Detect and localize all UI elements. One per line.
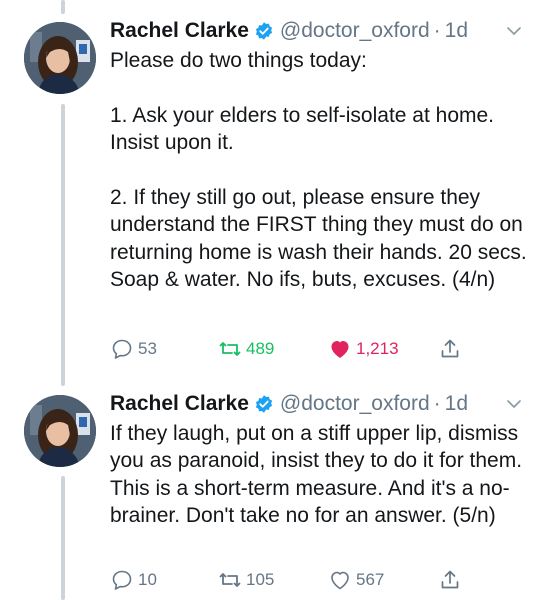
tweet-header: Rachel Clarke @doctor_oxford · 1d	[110, 17, 530, 45]
tweet-header: Rachel Clarke @doctor_oxford · 1d	[110, 390, 530, 418]
author-name[interactable]: Rachel Clarke	[110, 18, 249, 44]
tweet[interactable]: Rachel Clarke @doctor_oxford · 1d If the…	[0, 385, 546, 600]
reply-icon	[112, 570, 132, 590]
reply-button[interactable]: 53	[110, 337, 218, 361]
avatar[interactable]	[24, 395, 96, 467]
like-button[interactable]: 1,213	[328, 337, 438, 361]
reply-count: 10	[138, 570, 157, 589]
retweet-button[interactable]: 489	[218, 337, 328, 361]
reply-button[interactable]: 10	[110, 568, 218, 592]
heart-icon	[331, 341, 349, 358]
separator-dot: ·	[433, 19, 441, 42]
like-button[interactable]: 567	[328, 568, 438, 592]
retweet-button[interactable]: 105	[218, 568, 328, 592]
timestamp[interactable]: 1d	[445, 391, 468, 417]
like-count: 567	[356, 570, 385, 589]
tweet[interactable]: Rachel Clarke @doctor_oxford · 1d Please…	[0, 0, 546, 385]
verified-badge-icon	[254, 21, 274, 41]
author-name[interactable]: Rachel Clarke	[110, 391, 249, 417]
author-handle[interactable]: @doctor_oxford	[280, 391, 430, 417]
reply-icon	[112, 339, 132, 359]
chevron-down-icon[interactable]	[504, 21, 524, 41]
share-button[interactable]	[438, 337, 466, 361]
chevron-down-icon[interactable]	[504, 394, 524, 414]
author-handle[interactable]: @doctor_oxford	[280, 18, 430, 44]
tweet-text: Please do two things today: 1. Ask your …	[110, 49, 527, 292]
tweet-text: If they laugh, put on a stiff upper lip,…	[110, 422, 528, 528]
avatar[interactable]	[24, 22, 96, 94]
verified-badge-icon	[254, 394, 274, 414]
separator-dot: ·	[433, 392, 441, 415]
share-button[interactable]	[438, 568, 466, 592]
timestamp[interactable]: 1d	[445, 18, 468, 44]
retweet-icon	[219, 573, 241, 587]
share-icon	[441, 339, 459, 358]
retweet-count: 489	[246, 339, 275, 358]
heart-icon	[331, 571, 349, 590]
retweet-count: 105	[246, 570, 275, 589]
share-icon	[441, 570, 459, 589]
retweet-icon	[219, 342, 241, 356]
tweet-actions: 53 489 1,213	[110, 334, 486, 364]
like-count: 1,213	[356, 339, 399, 358]
tweet-actions: 10 105 567	[110, 565, 486, 595]
reply-count: 53	[138, 339, 157, 358]
